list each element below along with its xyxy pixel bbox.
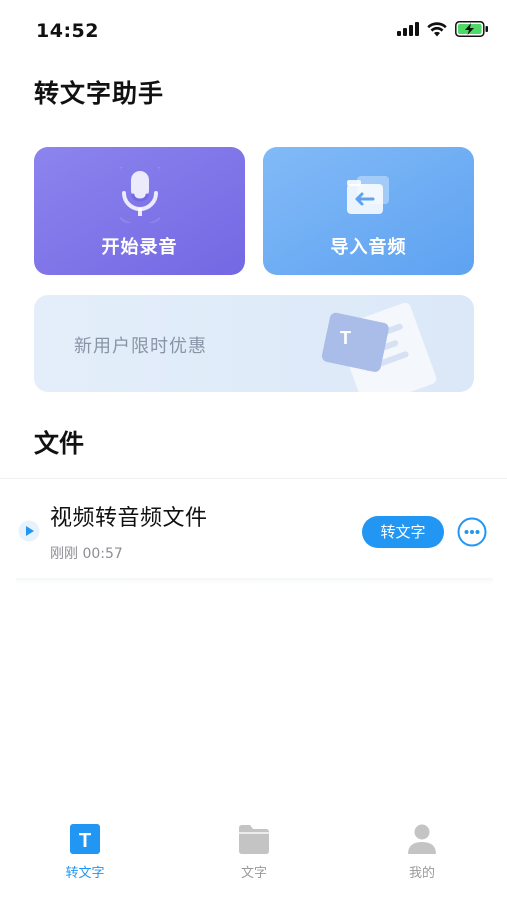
section-divider (0, 478, 507, 479)
page-title: 转文字助手 (34, 79, 165, 108)
promo-label: 新用户限时优惠 (74, 336, 207, 357)
file-list-item[interactable]: 视频转音频文件 刚刚 00:57 转文字 (0, 480, 507, 580)
import-audio-card[interactable]: 导入音频 (263, 147, 474, 275)
start-recording-card[interactable]: 开始录音 (34, 147, 245, 275)
file-meta: 刚刚 00:57 (50, 546, 123, 562)
import-folder-icon (347, 176, 389, 214)
status-time: 14:52 (36, 20, 99, 42)
file-name: 视频转音频文件 (50, 506, 208, 531)
cellular-signal-icon (397, 22, 419, 36)
status-icons (397, 21, 489, 37)
more-options-icon[interactable] (457, 517, 487, 547)
convert-to-text-button[interactable]: 转文字 (362, 516, 444, 548)
transcribe-tab-icon: T (70, 824, 100, 854)
tab-text[interactable]: 文字 (204, 822, 304, 884)
import-audio-label: 导入音频 (330, 237, 407, 258)
start-recording-label: 开始录音 (101, 237, 178, 258)
battery-charging-icon (455, 21, 488, 37)
tab-label-text: 文字 (240, 866, 267, 881)
play-icon[interactable] (18, 520, 40, 542)
new-user-promo-banner[interactable]: 新用户限时优惠 T (34, 295, 474, 392)
user-icon (408, 824, 436, 854)
document-illustration-icon: T (321, 302, 437, 392)
microphone-icon (120, 167, 160, 223)
files-section-title: 文件 (34, 429, 85, 458)
promo-badge-letter: T (340, 328, 351, 348)
wifi-icon (427, 21, 447, 36)
tab-transcribe[interactable]: T 转文字 (35, 822, 135, 884)
tab-profile[interactable]: 我的 (372, 822, 472, 884)
tab-label-transcribe: 转文字 (65, 866, 105, 881)
tab-label-profile: 我的 (408, 866, 435, 881)
tab-bar: T 转文字 文字 我的 (0, 810, 507, 900)
status-bar: 14:52 (0, 0, 507, 62)
folder-icon (239, 825, 269, 854)
transcribe-tab-letter: T (79, 830, 91, 852)
file-row-shadow (16, 578, 493, 584)
app-screen: 14:52 转文字助手 开始录音 导入音频 新用户限时优惠 T 文件 视频转音频… (0, 0, 507, 900)
